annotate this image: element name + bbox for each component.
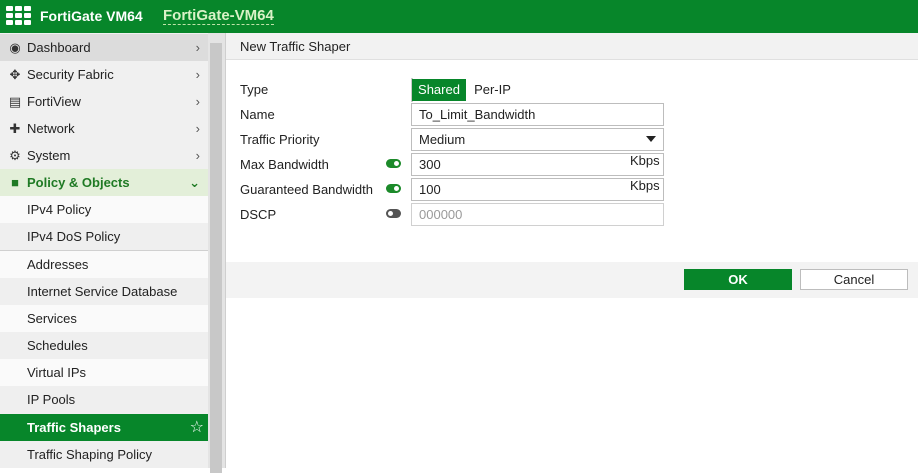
sidebar-subitem-label: IP Pools [27, 392, 76, 407]
sidebar-subitem-ipv4-policy[interactable]: IPv4 Policy [0, 196, 208, 223]
hostname-link[interactable]: FortiGate-VM64 [163, 7, 274, 25]
sidebar-subitem-services[interactable]: Services [0, 305, 208, 332]
sidebar-subitem-label: IPv4 Policy [27, 202, 92, 217]
sidebar-scrollbar[interactable] [208, 33, 226, 473]
chevron-down-icon: ⌄ [189, 175, 200, 190]
page-header: New Traffic Shaper [226, 33, 918, 60]
sidebar-subitem-ipv4-dos-policy[interactable]: IPv4 DoS Policy [0, 223, 208, 250]
sidebar-item-fortiview[interactable]: ▤ FortiView › [0, 88, 208, 115]
sidebar-item-label: Dashboard [27, 40, 91, 55]
page-title: New Traffic Shaper [240, 39, 351, 54]
sidebar-item-policy-objects[interactable]: ■ Policy & Objects ⌄ [0, 169, 208, 196]
sidebar-subitem-label: IPv4 DoS Policy [27, 229, 121, 244]
max-bandwidth-unit: Kbps [630, 153, 660, 168]
chevron-right-icon: › [195, 40, 200, 55]
traffic-priority-label: Traffic Priority [240, 132, 320, 147]
sidebar-subitem-label: Traffic Shapers [27, 420, 121, 435]
product-name: FortiGate VM64 [40, 8, 143, 24]
max-bandwidth-label: Max Bandwidth [240, 157, 329, 172]
sidebar-subitem-ip-pools[interactable]: IP Pools [0, 386, 208, 413]
security-fabric-icon: ✥ [9, 67, 21, 82]
name-label: Name [240, 107, 275, 122]
sidebar-item-system[interactable]: ⚙ System › [0, 142, 208, 169]
sidebar-subitem-label: Virtual IPs [27, 365, 87, 380]
sidebar-item-security-fabric[interactable]: ✥ Security Fabric › [0, 61, 208, 88]
ok-button[interactable]: OK [684, 269, 792, 290]
type-option-per-ip[interactable]: Per-IP [466, 79, 519, 101]
panel-divider [225, 33, 226, 468]
sidebar-item-label: FortiView [27, 94, 81, 109]
guaranteed-bandwidth-toggle[interactable] [386, 184, 401, 193]
sidebar-item-network[interactable]: ✚ Network › [0, 115, 208, 142]
sidebar-subitem-label: Services [27, 311, 77, 326]
type-selector[interactable]: Shared Per-IP [411, 78, 519, 102]
gear-icon: ⚙ [9, 148, 21, 163]
top-bar: FortiGate VM64 FortiGate-VM64 [0, 0, 918, 33]
chevron-right-icon: › [195, 121, 200, 136]
sidebar-item-label: Policy & Objects [27, 175, 130, 190]
sidebar-subitem-label: Schedules [27, 338, 88, 353]
sidebar-subitem-schedules[interactable]: Schedules [0, 332, 208, 359]
fortiview-icon: ▤ [8, 94, 22, 109]
max-bandwidth-input[interactable]: 300 [411, 153, 664, 176]
sidebar-subitem-label: Internet Service Database [27, 284, 178, 299]
sidebar-item-dashboard[interactable]: ◉ Dashboard › [0, 34, 208, 61]
scrollbar-thumb[interactable] [210, 43, 222, 473]
guaranteed-bandwidth-unit: Kbps [630, 178, 660, 193]
sidebar-item-label: Security Fabric [27, 67, 114, 82]
sidebar-item-label: Network [27, 121, 75, 136]
chevron-right-icon: › [195, 67, 200, 82]
sidebar-subitem-internet-service-database[interactable]: Internet Service Database [0, 278, 208, 305]
sidebar-subitem-addresses[interactable]: Addresses [0, 251, 208, 278]
dscp-label: DSCP [240, 207, 277, 222]
name-input[interactable]: To_Limit_Bandwidth [411, 103, 664, 126]
sidebar-subitem-virtual-ips[interactable]: Virtual IPs [0, 359, 208, 386]
sidebar-subitem-traffic-shaping-policy[interactable]: Traffic Shaping Policy [0, 441, 208, 468]
guaranteed-bandwidth-label: Guaranteed Bandwidth [240, 182, 373, 197]
type-label: Type [240, 82, 269, 97]
chevron-right-icon: › [195, 94, 200, 109]
sidebar-subitem-traffic-shapers[interactable]: Traffic Shapers ☆ [0, 414, 208, 441]
traffic-priority-value: Medium [419, 132, 466, 147]
star-icon[interactable]: ☆ [190, 414, 204, 441]
dscp-input[interactable]: 000000 [411, 203, 664, 226]
guaranteed-bandwidth-input[interactable]: 100 [411, 178, 664, 201]
sidebar-subitem-label: Addresses [27, 257, 89, 272]
type-option-shared[interactable]: Shared [412, 79, 466, 101]
traffic-priority-select[interactable]: Medium [411, 128, 664, 151]
cancel-button[interactable]: Cancel [800, 269, 908, 290]
chevron-right-icon: › [195, 148, 200, 163]
policy-icon: ■ [11, 175, 19, 190]
network-icon: ✚ [9, 121, 21, 136]
sidebar-item-label: System [27, 148, 71, 163]
dashboard-icon: ◉ [9, 40, 21, 55]
max-bandwidth-toggle[interactable] [386, 159, 401, 168]
fortinet-logo-icon [6, 6, 32, 26]
dscp-toggle[interactable] [386, 209, 401, 218]
sidebar-subitem-label: Traffic Shaping Policy [27, 447, 153, 462]
dropdown-arrow-icon [646, 136, 656, 142]
